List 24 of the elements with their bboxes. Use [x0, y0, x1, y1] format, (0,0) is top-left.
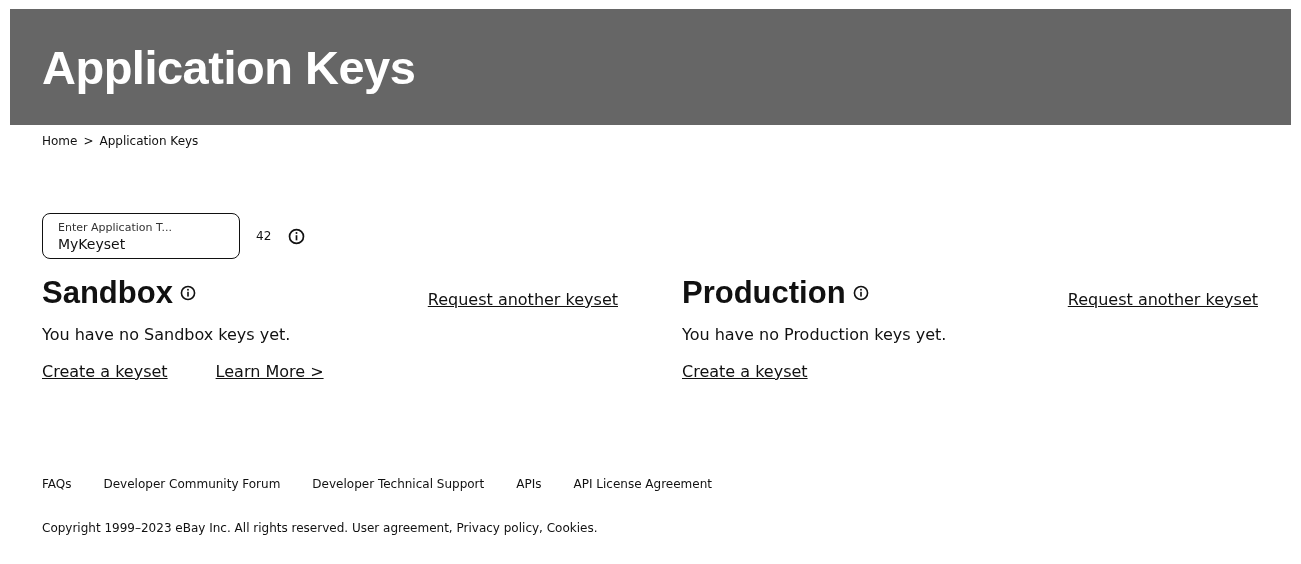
footer-link[interactable]: FAQs — [42, 477, 72, 491]
section-link[interactable]: Create a keyset — [42, 362, 168, 381]
breadcrumb-link[interactable]: Application Keys — [99, 134, 199, 148]
copyright-text: Copyright 1999–2023 eBay Inc. All rights reserved. User agreement, Privacy policy, Cookies. — [42, 521, 599, 535]
info-icon[interactable] — [288, 227, 306, 245]
breadcrumb-separator: > — [83, 134, 94, 148]
section-link[interactable]: Create a keyset — [682, 362, 808, 381]
section-title: Production — [682, 275, 846, 311]
footer-link[interactable]: APIs — [516, 477, 542, 491]
application-title-field[interactable]: Enter Application T... MyKeyset — [42, 213, 240, 259]
request-keyset-link[interactable]: Request another keyset — [427, 290, 618, 309]
request-keyset-link[interactable]: Request another keyset — [1067, 290, 1258, 309]
footer-link[interactable]: Developer Community Forum — [103, 477, 281, 491]
character-counter: 42 — [256, 229, 272, 243]
info-icon[interactable] — [852, 285, 869, 301]
empty-message: You have no Production keys yet. — [682, 325, 948, 344]
footer-link[interactable]: API License Agreement — [573, 477, 712, 491]
empty-message: You have no Sandbox keys yet. — [42, 325, 292, 344]
section-title: Sandbox — [42, 275, 173, 311]
breadcrumb-link[interactable]: Home — [42, 134, 78, 148]
section-link[interactable]: Learn More > — [215, 362, 324, 381]
page-title: Application Keys — [42, 39, 416, 95]
footer-link[interactable]: Developer Technical Support — [312, 477, 485, 491]
info-icon[interactable] — [179, 285, 196, 301]
